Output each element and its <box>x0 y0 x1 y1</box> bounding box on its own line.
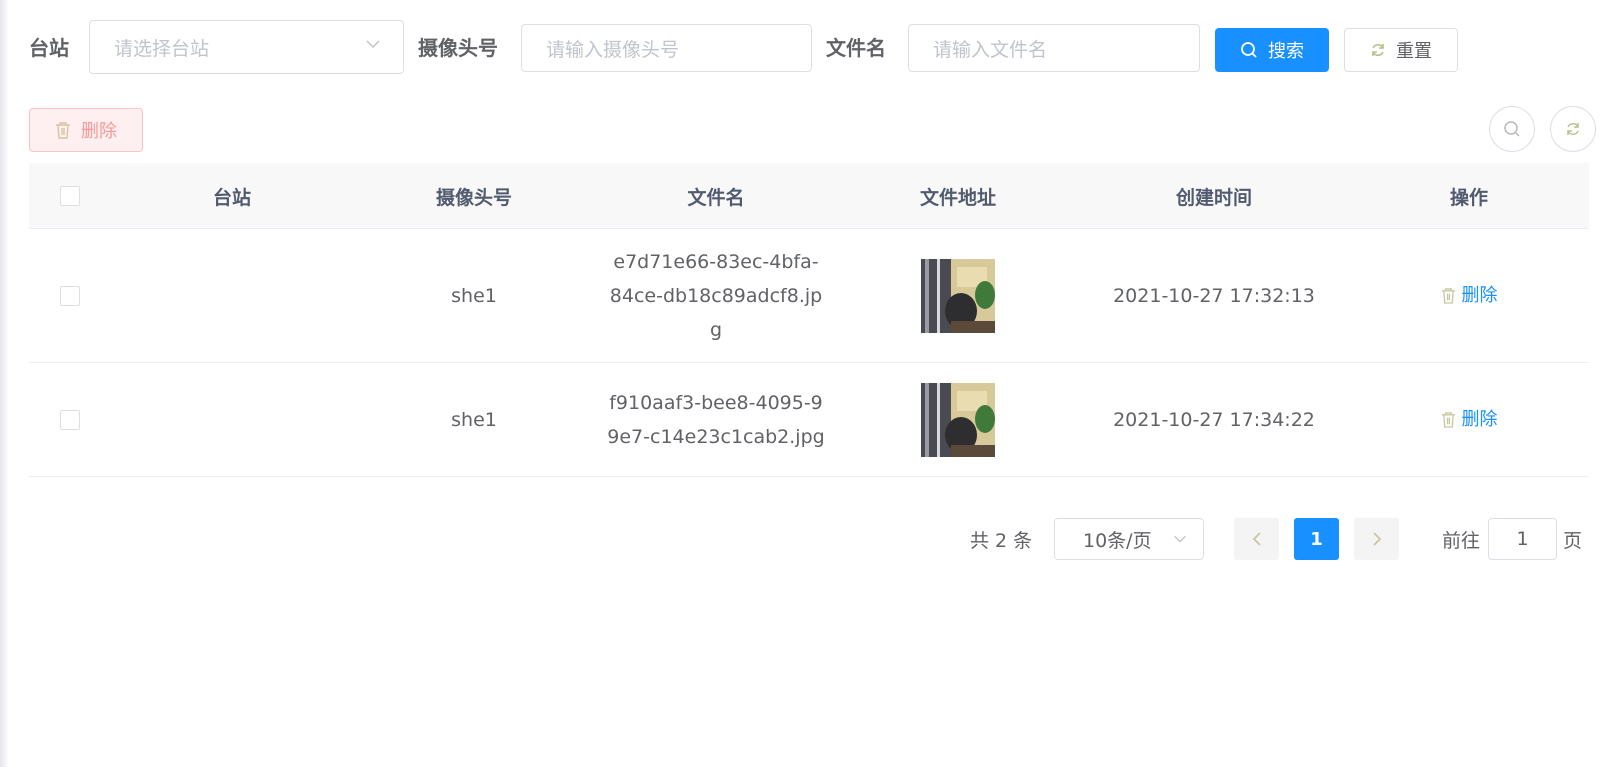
filename-line: e7d71e66-83ec-4bfa- <box>613 250 819 273</box>
camera-input-placeholder: 请输入摄像头号 <box>546 38 680 61</box>
filename-input-placeholder: 请输入文件名 <box>933 38 1048 61</box>
batch-delete-label: 删除 <box>81 121 117 142</box>
row-checkbox[interactable] <box>60 409 80 430</box>
row-select-cell <box>60 363 80 476</box>
row-checkbox[interactable] <box>60 285 80 306</box>
file-url-cell <box>837 363 1079 476</box>
station-label: 台站 <box>29 36 69 60</box>
goto-page-input[interactable]: 1 <box>1488 518 1557 560</box>
actions-cell: 删除 <box>1349 363 1589 476</box>
refresh-table-button[interactable] <box>1550 106 1596 152</box>
next-page-button[interactable] <box>1354 518 1399 560</box>
photo-thumbnail-graphic <box>921 258 995 333</box>
batch-delete-button[interactable]: 删除 <box>29 108 143 152</box>
filename-cell: f910aaf3-bee8-4095-9 9e7-c14e23c1cab2.jp… <box>595 363 837 476</box>
row-delete-label: 删除 <box>1461 284 1498 306</box>
pagination-total: 共 2 条 <box>970 530 1033 552</box>
row-delete-button[interactable]: 删除 <box>1441 403 1498 437</box>
reset-button[interactable]: 重置 <box>1344 28 1458 72</box>
search-icon <box>1241 42 1257 58</box>
search-button[interactable]: 搜索 <box>1215 28 1329 72</box>
data-table: 台站 摄像头号 文件名 文件地址 创建时间 操作 she1 e7d71e66-8… <box>29 163 1589 477</box>
station-select[interactable]: 请选择台站 <box>89 20 404 74</box>
trash-icon <box>1441 412 1455 428</box>
page-number-current[interactable]: 1 <box>1294 518 1339 560</box>
column-header-actions: 操作 <box>1449 186 1488 209</box>
row-select-cell <box>60 229 80 362</box>
row-delete-label: 删除 <box>1461 408 1498 430</box>
image-thumbnail[interactable] <box>921 258 995 333</box>
trash-icon <box>56 122 70 139</box>
page-size-select[interactable]: 10条/页 <box>1054 518 1204 560</box>
row-delete-button[interactable]: 删除 <box>1441 279 1498 313</box>
table-header: 台站 摄像头号 文件名 文件地址 创建时间 操作 <box>29 163 1589 229</box>
camera-cell: she1 <box>451 284 497 307</box>
select-all-cell <box>60 163 80 229</box>
created-time-cell: 2021-10-27 17:34:22 <box>1113 408 1315 431</box>
column-header-station[interactable]: 台站 <box>111 163 353 229</box>
camera-cell: she1 <box>451 408 497 431</box>
goto-suffix: 页 <box>1563 530 1583 552</box>
column-header-camera[interactable]: 摄像头号 <box>353 163 595 229</box>
table-row: she1 e7d71e66-83ec-4bfa- 84ce-db18c89adc… <box>29 229 1589 363</box>
search-icon <box>1504 121 1520 137</box>
filename-line: g <box>709 318 723 341</box>
left-edge-shadow <box>0 0 9 767</box>
table-row: she1 f910aaf3-bee8-4095-9 9e7-c14e23c1ca… <box>29 363 1589 477</box>
station-cell <box>111 229 353 362</box>
chevron-down-icon <box>366 40 380 49</box>
column-header-file-url[interactable]: 文件地址 <box>837 163 1079 229</box>
image-thumbnail[interactable] <box>921 382 995 457</box>
reset-button-label: 重置 <box>1396 41 1432 62</box>
page-size-value: 10条/页 <box>1083 529 1152 552</box>
camera-input[interactable]: 请输入摄像头号 <box>521 24 812 72</box>
chevron-right-icon <box>1372 532 1381 546</box>
filename-line: 9e7-c14e23c1cab2.jpg <box>607 425 825 448</box>
photo-thumbnail-graphic <box>921 382 995 457</box>
trash-icon <box>1441 288 1455 304</box>
created-time-cell: 2021-10-27 17:32:13 <box>1113 284 1315 307</box>
prev-page-button[interactable] <box>1234 518 1279 560</box>
filename-cell: e7d71e66-83ec-4bfa- 84ce-db18c89adcf8.jp… <box>595 229 837 362</box>
filename-label: 文件名 <box>826 36 886 60</box>
toggle-search-button[interactable] <box>1489 106 1535 152</box>
station-select-placeholder: 请选择台站 <box>114 37 210 60</box>
filename-line: 84ce-db18c89adcf8.jp <box>609 284 823 307</box>
station-cell <box>111 363 353 476</box>
column-header-created-time[interactable]: 创建时间 <box>1079 163 1349 229</box>
chevron-left-icon <box>1252 532 1261 546</box>
chevron-down-icon <box>1174 535 1186 543</box>
refresh-icon <box>1567 123 1579 135</box>
column-header-filename[interactable]: 文件名 <box>595 163 837 229</box>
goto-prefix: 前往 <box>1442 530 1481 552</box>
actions-cell: 删除 <box>1349 229 1589 362</box>
filename-line: f910aaf3-bee8-4095-9 <box>609 391 823 414</box>
file-url-cell <box>837 229 1079 362</box>
search-button-label: 搜索 <box>1268 41 1304 62</box>
filename-input[interactable]: 请输入文件名 <box>908 24 1200 72</box>
select-all-checkbox[interactable] <box>60 186 80 206</box>
refresh-icon <box>1372 44 1384 56</box>
camera-label: 摄像头号 <box>418 36 498 60</box>
